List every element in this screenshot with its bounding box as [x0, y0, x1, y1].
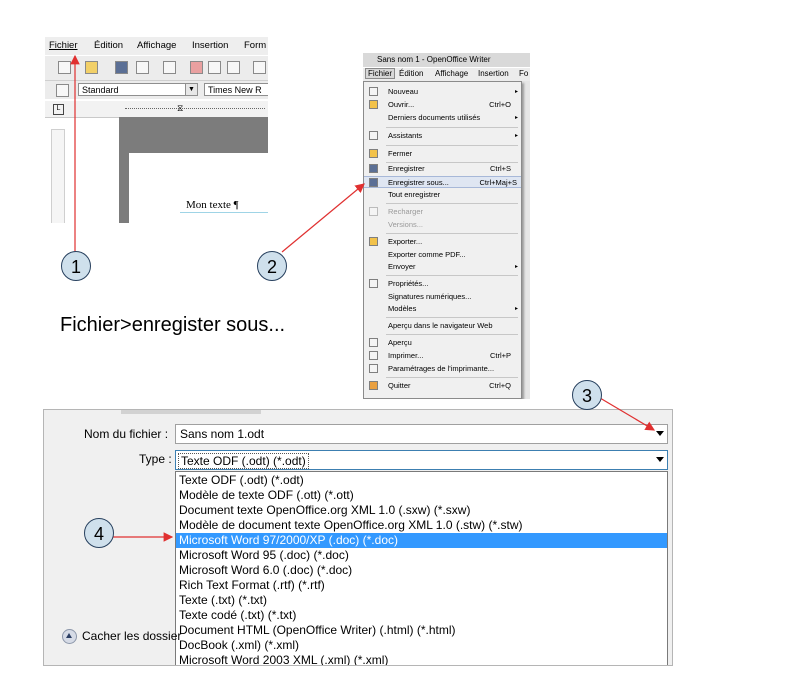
callout-1: 1 — [61, 251, 91, 281]
annotation-arrows — [70, 54, 656, 542]
arrow-3 — [599, 397, 656, 431]
callout-4: 4 — [84, 518, 114, 548]
arrow-2 — [281, 183, 365, 253]
callout-2: 2 — [257, 251, 287, 281]
callout-3: 3 — [572, 380, 602, 410]
